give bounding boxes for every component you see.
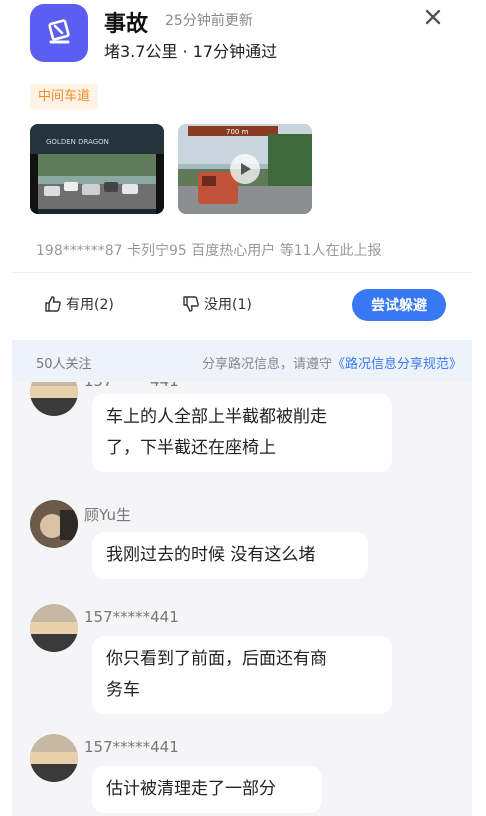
- try-avoid-button[interactable]: 尝试躲避: [352, 289, 446, 321]
- comment-text: 估计被清理走了一部分: [106, 779, 276, 799]
- avatar[interactable]: [30, 734, 78, 782]
- comment-user: 顾Yu生: [84, 506, 131, 524]
- info-bar: 50人关注 分享路况信息，请遵守《路况信息分享规范》: [12, 340, 472, 382]
- comment-list[interactable]: 157*****441 车上的人全部上半截都被削走 了，下半截还在座椅上 顾Yu…: [12, 382, 472, 816]
- comment-text: 你只看到了前面，后面还有商: [106, 649, 327, 669]
- photo-accident-video[interactable]: 700 m: [178, 124, 312, 214]
- traffic-info: 堵3.7公里 · 17分钟通过: [104, 42, 278, 61]
- comment-user: 157*****441: [84, 738, 179, 756]
- thumbs-down-icon: [183, 296, 199, 312]
- comment-text: 务车: [106, 680, 140, 700]
- thumbs-up-icon: [45, 296, 61, 312]
- lane-tag: 中间车道: [30, 84, 99, 110]
- share-prefix: 分享路况信息，请遵守: [201, 357, 332, 372]
- close-icon: [425, 9, 441, 25]
- close-button[interactable]: [420, 4, 446, 30]
- comment-user: 157*****441: [84, 608, 179, 626]
- useless-label: 没用(1): [204, 297, 252, 313]
- useless-button[interactable]: 没用(1): [182, 294, 252, 314]
- avatar[interactable]: [30, 382, 78, 416]
- comment-text: 我刚过去的时候 没有这么堵: [106, 545, 316, 565]
- update-time: 25分钟前更新: [165, 13, 253, 29]
- useful-label: 有用(2): [66, 297, 114, 313]
- comment-text: 了，下半截还在座椅上: [106, 438, 276, 458]
- bus-sign-text: GOLDEN DRAGON: [46, 138, 109, 146]
- comment-bubble: 车上的人全部上半截都被削走 了，下半截还在座椅上: [92, 394, 392, 472]
- accident-icon: [30, 4, 88, 62]
- page-title: 事故: [104, 12, 149, 37]
- share-note: 分享路况信息，请遵守《路况信息分享规范》: [202, 353, 462, 372]
- followers-count: 50人关注: [36, 357, 92, 372]
- play-icon[interactable]: [230, 154, 260, 184]
- comment-bubble: 估计被清理走了一部分: [92, 766, 322, 813]
- comment-bubble: 你只看到了前面，后面还有商 务车: [92, 636, 392, 714]
- road-sign-text: 700 m: [226, 128, 249, 136]
- reporters-list: 198******87 卡列宁95 百度热心用户 等11人在此上报: [36, 243, 382, 259]
- avatar[interactable]: [30, 604, 78, 652]
- useful-button[interactable]: 有用(2): [44, 294, 114, 314]
- divider: [12, 272, 472, 273]
- comment-text: 车上的人全部上半截都被削走: [106, 407, 327, 427]
- event-header: 事故 25分钟前更新 堵3.7公里 · 17分钟通过 中间车道 GOLDEN D…: [0, 0, 486, 270]
- photo-traffic-jam[interactable]: GOLDEN DRAGON: [30, 124, 164, 214]
- comment-bubble: 我刚过去的时候 没有这么堵: [92, 532, 368, 579]
- action-row: 有用(2) 没用(1) 尝试躲避: [0, 280, 486, 332]
- comment-user: 157*****441: [84, 382, 179, 390]
- share-rules-link[interactable]: 《路况信息分享规范》: [332, 357, 462, 372]
- avatar[interactable]: [30, 500, 78, 548]
